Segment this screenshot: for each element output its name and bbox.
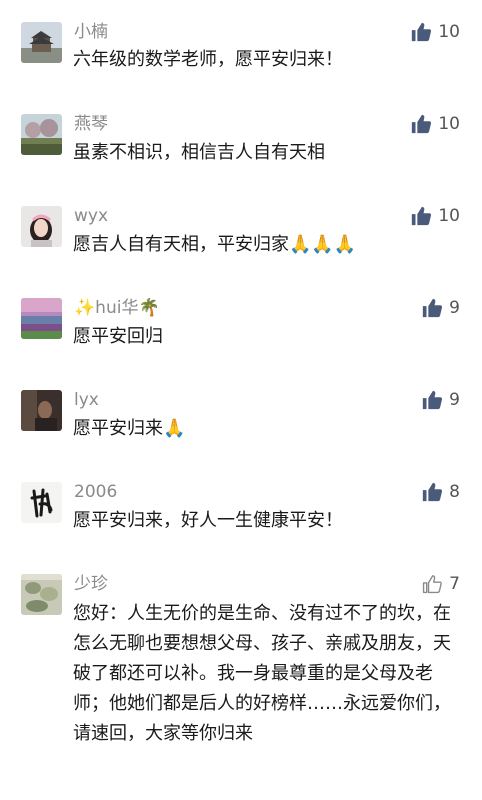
sparkle-emoji: ✨ bbox=[74, 298, 96, 318]
palm-tree-emoji: 🌴 bbox=[138, 298, 160, 318]
comment-text: 您好：人生无价的是生命、没有过不了的坎，在怎么无聊也要想想父母、孩子、亲戚及朋友… bbox=[73, 603, 451, 744]
avatar[interactable] bbox=[21, 22, 62, 63]
pray-emoji: 🙏🙏🙏 bbox=[289, 234, 357, 255]
like-button[interactable]: 10 bbox=[410, 204, 460, 228]
like-count: 10 bbox=[438, 22, 460, 42]
thumbs-up-icon bbox=[421, 297, 443, 319]
comment-text: 愿平安归来🙏 bbox=[73, 415, 465, 443]
comment-username[interactable]: 小楠 bbox=[74, 21, 108, 43]
comment-text: 虽素不相识，相信吉人自有天相 bbox=[73, 142, 325, 163]
thumbs-up-icon bbox=[410, 113, 432, 135]
comment-username[interactable]: 燕琴 bbox=[74, 113, 108, 135]
avatar[interactable] bbox=[21, 114, 62, 155]
like-count: 8 bbox=[449, 482, 460, 502]
thumbs-up-icon bbox=[410, 205, 432, 227]
like-button[interactable]: 9 bbox=[421, 296, 460, 320]
avatar[interactable] bbox=[21, 390, 62, 431]
like-button[interactable]: 10 bbox=[410, 20, 460, 44]
like-count: 9 bbox=[449, 298, 460, 318]
comment-text-body: 愿平安归来 bbox=[73, 418, 163, 439]
username-text: hui华 bbox=[95, 298, 139, 318]
avatar[interactable] bbox=[21, 206, 62, 247]
pray-emoji: 🙏 bbox=[163, 418, 186, 439]
like-count: 9 bbox=[449, 390, 460, 410]
comment-username[interactable]: wyx bbox=[74, 205, 108, 227]
avatar[interactable] bbox=[21, 574, 62, 615]
comment-username[interactable]: lyx bbox=[74, 389, 99, 411]
thumbs-up-icon bbox=[410, 21, 432, 43]
like-count: 10 bbox=[438, 206, 460, 226]
comment-text-body: 愿吉人自有天相，平安归家 bbox=[73, 234, 289, 255]
comment-username[interactable]: 2006 bbox=[74, 481, 117, 503]
like-button[interactable]: 9 bbox=[421, 388, 460, 412]
like-button[interactable]: 8 bbox=[421, 480, 460, 504]
comment-text: 愿平安归来，好人一生健康平安！ bbox=[73, 510, 343, 531]
avatar[interactable] bbox=[21, 298, 62, 339]
like-count: 10 bbox=[438, 114, 460, 134]
like-button[interactable]: 7 bbox=[421, 572, 460, 596]
comment-username[interactable]: ✨hui华🌴 bbox=[74, 297, 160, 319]
like-button[interactable]: 10 bbox=[410, 112, 460, 136]
comment-username[interactable]: 少珍 bbox=[74, 573, 108, 595]
comment-text: 六年级的数学老师，愿平安归来！ bbox=[73, 49, 343, 70]
comment-text: 愿平安回归 bbox=[73, 326, 163, 347]
avatar[interactable] bbox=[21, 482, 62, 523]
like-count: 7 bbox=[449, 574, 460, 594]
comment-text: 愿吉人自有天相，平安归家🙏🙏🙏 bbox=[73, 231, 465, 259]
thumbs-up-icon bbox=[421, 481, 443, 503]
thumbs-up-icon bbox=[421, 389, 443, 411]
thumbs-up-outline-icon bbox=[421, 573, 443, 595]
